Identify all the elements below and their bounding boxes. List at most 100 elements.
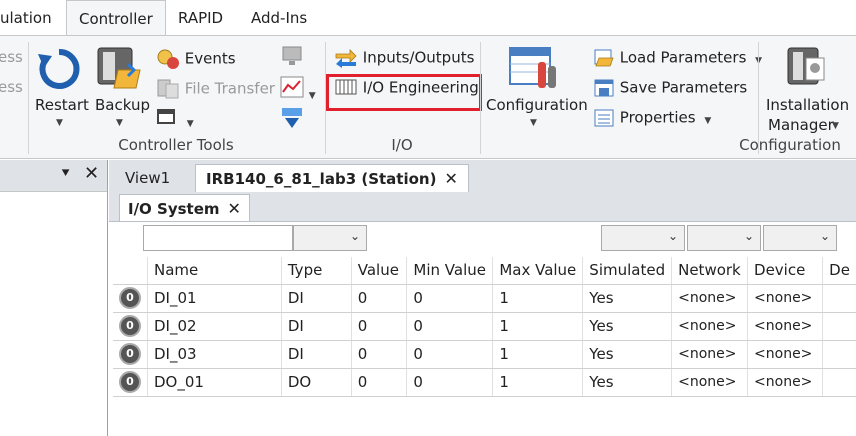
installation-manager-label-line1: Installation	[766, 96, 850, 114]
chevron-down-icon: ⌄	[743, 229, 754, 243]
tab-io-system-label: I/O System	[128, 200, 220, 218]
ribbon: ess ess Restart ▼ Backup ▼ Events File T…	[0, 35, 856, 159]
network-cell: <none>	[671, 368, 749, 397]
column-header-type[interactable]: Type	[281, 257, 352, 285]
monitor-button[interactable]	[280, 44, 304, 72]
type-cell: DI	[281, 284, 352, 313]
simulated-cell[interactable]: Yes	[582, 368, 673, 397]
configuration-icon	[509, 47, 556, 88]
simulated-cell[interactable]: Yes	[582, 312, 673, 341]
network-cell: <none>	[671, 340, 749, 369]
save-parameters-icon	[594, 79, 614, 97]
cut-off-item-1[interactable]: ess	[0, 48, 23, 66]
properties-button[interactable]: Properties ▼	[593, 108, 711, 128]
tab-rapid[interactable]: RAPID	[166, 0, 235, 36]
simulated-filter-dropdown[interactable]: ⌄	[601, 225, 685, 251]
pin-dropdown-icon[interactable]: ⯆	[60, 166, 71, 182]
configuration-group-label: Configuration	[739, 136, 841, 154]
network-cell: <none>	[671, 312, 749, 341]
tab-station[interactable]: IRB140_6_81_lab3 (Station) ✕	[195, 164, 469, 192]
network-cell: <none>	[671, 284, 749, 313]
value-cell[interactable]: 0	[351, 340, 408, 369]
chevron-down-icon: ▼	[308, 91, 316, 101]
close-icon[interactable]: ✕	[444, 169, 457, 188]
value-cell[interactable]: 0	[351, 368, 408, 397]
simulated-cell[interactable]: Yes	[582, 284, 673, 313]
device-cell: <none>	[747, 284, 824, 313]
name-cell: DI_01	[147, 284, 282, 313]
file-transfer-button[interactable]: File Transfer	[156, 78, 275, 100]
column-header-max-value[interactable]: Max Value	[492, 257, 584, 285]
download-icon	[282, 108, 302, 128]
inputs-outputs-icon	[335, 49, 357, 68]
column-header-value[interactable]: Value	[351, 257, 408, 285]
restart-button[interactable]: Restart ▼	[35, 44, 89, 144]
type-filter-dropdown[interactable]: ⌄	[293, 225, 367, 251]
io-group-label: I/O	[391, 136, 413, 154]
network-filter-dropdown[interactable]: ⌄	[687, 225, 761, 251]
left-pane: ⯆ ✕	[0, 160, 108, 436]
column-header-name[interactable]: Name	[147, 257, 282, 285]
tab-io-system[interactable]: I/O System ✕	[119, 194, 250, 221]
value-cell[interactable]: 0	[351, 284, 408, 313]
name-cell: DO_01	[147, 368, 282, 397]
table-row[interactable]: 0 DI_03 DI 0 0 1 Yes <none> <none>	[113, 340, 856, 369]
status-cell: 0	[113, 284, 148, 313]
column-header-simulated[interactable]: Simulated	[582, 257, 673, 285]
min-value-cell: 0	[406, 368, 494, 397]
max-value-cell: 1	[492, 284, 584, 313]
simulated-cell[interactable]: Yes	[582, 340, 673, 369]
max-value-cell: 1	[492, 340, 584, 369]
ribbon-separator	[28, 42, 29, 154]
io-engineering-button[interactable]: I/O Engineering	[334, 78, 479, 98]
signal-analyzer-button[interactable]: ▼	[280, 76, 316, 102]
chevron-down-icon: ▼	[530, 118, 537, 128]
tab-view1[interactable]: View1	[115, 164, 180, 192]
column-header-min-value[interactable]: Min Value	[406, 257, 494, 285]
tab-simulation[interactable]: ulation	[0, 0, 64, 36]
close-icon[interactable]: ✕	[228, 199, 241, 218]
table-row[interactable]: 0 DI_01 DI 0 0 1 Yes <none> <none>	[113, 284, 856, 313]
column-header-device[interactable]: Device	[747, 257, 824, 285]
cut-off-cell	[822, 368, 856, 397]
status-cell: 0	[113, 312, 148, 341]
close-icon[interactable]: ✕	[84, 163, 99, 184]
transfer-button[interactable]	[280, 106, 304, 134]
view-options-button[interactable]: ▼	[156, 108, 194, 130]
device-cell: <none>	[747, 312, 824, 341]
table-header-row: Name Type Value Min Value Max Value Simu…	[113, 257, 856, 285]
value-cell[interactable]: 0	[351, 312, 408, 341]
chevron-down-icon: ▼	[832, 121, 839, 131]
events-button[interactable]: Events	[156, 48, 236, 70]
min-value-cell: 0	[406, 284, 494, 313]
tab-add-ins[interactable]: Add-Ins	[239, 0, 319, 36]
name-filter-input[interactable]	[143, 225, 293, 251]
backup-button[interactable]: Backup ▼	[94, 44, 150, 144]
column-header-cut-off[interactable]: De	[822, 257, 856, 285]
installation-manager-button[interactable]: Installation Manager ▼	[766, 44, 850, 144]
table-row[interactable]: 0 DO_01 DO 0 0 1 Yes <none> <none>	[113, 368, 856, 397]
save-parameters-button[interactable]: Save Parameters	[593, 78, 747, 98]
save-parameters-label: Save Parameters	[619, 78, 748, 97]
type-cell: DI	[281, 340, 352, 369]
device-filter-dropdown[interactable]: ⌄	[763, 225, 837, 251]
chevron-down-icon: ▼	[704, 115, 712, 126]
io-engineering-icon	[335, 79, 357, 95]
device-cell: <none>	[747, 340, 824, 369]
inputs-outputs-button[interactable]: Inputs/Outputs	[334, 48, 474, 68]
type-cell: DI	[281, 312, 352, 341]
file-transfer-label: File Transfer	[184, 79, 275, 98]
chevron-down-icon: ▼	[186, 119, 194, 129]
load-parameters-button[interactable]: Load Parameters ▼	[593, 48, 762, 68]
backup-label: Backup	[95, 96, 150, 114]
table-row[interactable]: 0 DI_02 DI 0 0 1 Yes <none> <none>	[113, 312, 856, 341]
cut-off-item-2[interactable]: ess	[0, 78, 23, 96]
configuration-button[interactable]: Configuration ▼	[486, 44, 588, 144]
tab-controller[interactable]: Controller	[66, 0, 166, 37]
left-pane-header: ⯆ ✕	[0, 160, 107, 192]
column-header-network[interactable]: Network	[671, 257, 749, 285]
io-signal-grid: ⌄ ⌄ ⌄ ⌄ Name Type Value Min Value Max Va…	[109, 221, 856, 436]
chevron-down-icon: ⌄	[349, 229, 360, 243]
status-column-header	[113, 257, 148, 285]
name-cell: DI_02	[147, 312, 282, 341]
